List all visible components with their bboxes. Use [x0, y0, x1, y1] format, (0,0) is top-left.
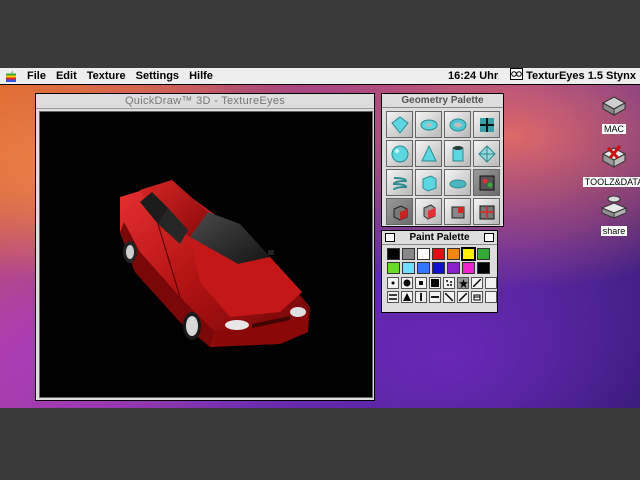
window-title: QuickDraw™ 3D - TextureEyes — [124, 95, 286, 107]
geometry-palette: Geometry Palette — [381, 93, 504, 227]
car-3d-model — [120, 180, 310, 347]
cylinder-tool-icon[interactable] — [444, 140, 471, 167]
apple-menu-icon[interactable] — [0, 68, 22, 84]
small-dot-brush-icon[interactable] — [387, 277, 399, 289]
eraser-icon[interactable] — [471, 291, 483, 303]
app-icon — [510, 68, 524, 85]
desktop-icon-label: MAC — [602, 124, 626, 134]
torus-tool-icon[interactable] — [415, 111, 442, 138]
mesh-tool-icon[interactable] — [473, 111, 500, 138]
triangle-brush-icon[interactable] — [401, 291, 413, 303]
empty-slot-icon[interactable] — [485, 291, 497, 303]
desktop-icon-label: TOOLZ&DATA — [582, 177, 640, 187]
desktop-icon-label: share — [600, 226, 628, 236]
cube-tool-icon[interactable] — [386, 111, 413, 138]
menu-edit[interactable]: Edit — [51, 68, 82, 84]
blank-tool-icon[interactable] — [485, 277, 497, 289]
red-dot-box-tool-icon[interactable] — [444, 198, 471, 225]
color-swatch[interactable] — [447, 248, 460, 260]
menu-hilfe[interactable]: Hilfe — [184, 68, 218, 84]
toolbox-disk-icon — [600, 144, 628, 175]
palette-close-box[interactable] — [385, 233, 395, 242]
palette-zoom-box[interactable] — [484, 233, 494, 242]
window-title-bar[interactable]: QuickDraw™ 3D - TextureEyes — [36, 94, 374, 109]
menubar-clock: 16:24 Uhr — [448, 70, 499, 82]
network-disk-icon — [600, 195, 628, 224]
color-swatch-grid — [382, 245, 497, 276]
color-swatch[interactable] — [402, 262, 415, 274]
paint-tool-grid — [382, 276, 497, 304]
desktop: File Edit Texture Settings Hilfe 16:24 U… — [0, 68, 640, 408]
color-swatch[interactable] — [462, 262, 475, 274]
ring-tool-icon[interactable] — [444, 111, 471, 138]
horizontal-line-icon[interactable] — [429, 291, 441, 303]
menu-settings[interactable]: Settings — [131, 68, 184, 84]
desktop-icon-mac[interactable]: MAC — [584, 95, 640, 134]
slash-line-icon[interactable] — [457, 291, 469, 303]
diamond-tool-icon[interactable] — [473, 140, 500, 167]
color-swatch[interactable] — [447, 262, 460, 274]
grid-box-tool-icon[interactable] — [473, 198, 500, 225]
hard-disk-icon — [601, 95, 627, 122]
star-brush-icon[interactable] — [457, 277, 469, 289]
horizontal-lines-icon[interactable] — [387, 291, 399, 303]
menu-texture[interactable]: Texture — [82, 68, 131, 84]
menu-bar: File Edit Texture Settings Hilfe 16:24 U… — [0, 68, 640, 85]
paint-palette-title: Paint Palette — [409, 232, 470, 243]
diagonal-line-icon[interactable] — [471, 277, 483, 289]
box-tool-icon[interactable] — [415, 169, 442, 196]
color-swatch[interactable] — [477, 262, 490, 274]
large-square-brush-icon[interactable] — [429, 277, 441, 289]
spray-brush-icon[interactable] — [443, 277, 455, 289]
color-swatch[interactable] — [387, 262, 400, 274]
desktop-icon-toolz-data[interactable]: TOOLZ&DATA — [582, 144, 640, 187]
color-swatch[interactable] — [477, 248, 490, 260]
menu-file[interactable]: File — [22, 68, 51, 84]
small-square-brush-icon[interactable] — [415, 277, 427, 289]
geometry-palette-title: Geometry Palette — [401, 95, 484, 106]
quickdraw-3d-window: QuickDraw™ 3D - TextureEyes — [35, 93, 375, 401]
sphere-tool-icon[interactable] — [386, 140, 413, 167]
texture-tool-icon[interactable] — [473, 169, 500, 196]
geometry-palette-title-bar[interactable]: Geometry Palette — [382, 94, 503, 108]
3d-viewport[interactable] — [39, 111, 373, 398]
shaded-cube-tool-icon[interactable] — [386, 198, 413, 225]
color-swatch[interactable] — [402, 248, 415, 260]
paint-palette: Paint Palette — [381, 230, 498, 313]
color-swatch[interactable] — [432, 248, 445, 260]
paint-palette-title-bar[interactable]: Paint Palette — [382, 231, 497, 245]
color-swatch[interactable] — [432, 262, 445, 274]
spring-tool-icon[interactable] — [386, 169, 413, 196]
disk-tool-icon[interactable] — [444, 169, 471, 196]
color-swatch[interactable] — [417, 262, 430, 274]
desktop-icon-share[interactable]: share — [584, 195, 640, 236]
application-menu[interactable]: TexturEyes 1.5 Stynx — [506, 68, 640, 85]
backslash-line-icon[interactable] — [443, 291, 455, 303]
red-box-tool-icon[interactable] — [415, 198, 442, 225]
vertical-line-icon[interactable] — [415, 291, 427, 303]
color-swatch[interactable] — [417, 248, 430, 260]
cone-tool-icon[interactable] — [415, 140, 442, 167]
color-swatch[interactable] — [387, 248, 400, 260]
large-dot-brush-icon[interactable] — [401, 277, 413, 289]
app-menu-label: TexturEyes 1.5 Stynx — [526, 70, 636, 82]
color-swatch[interactable] — [461, 247, 476, 261]
